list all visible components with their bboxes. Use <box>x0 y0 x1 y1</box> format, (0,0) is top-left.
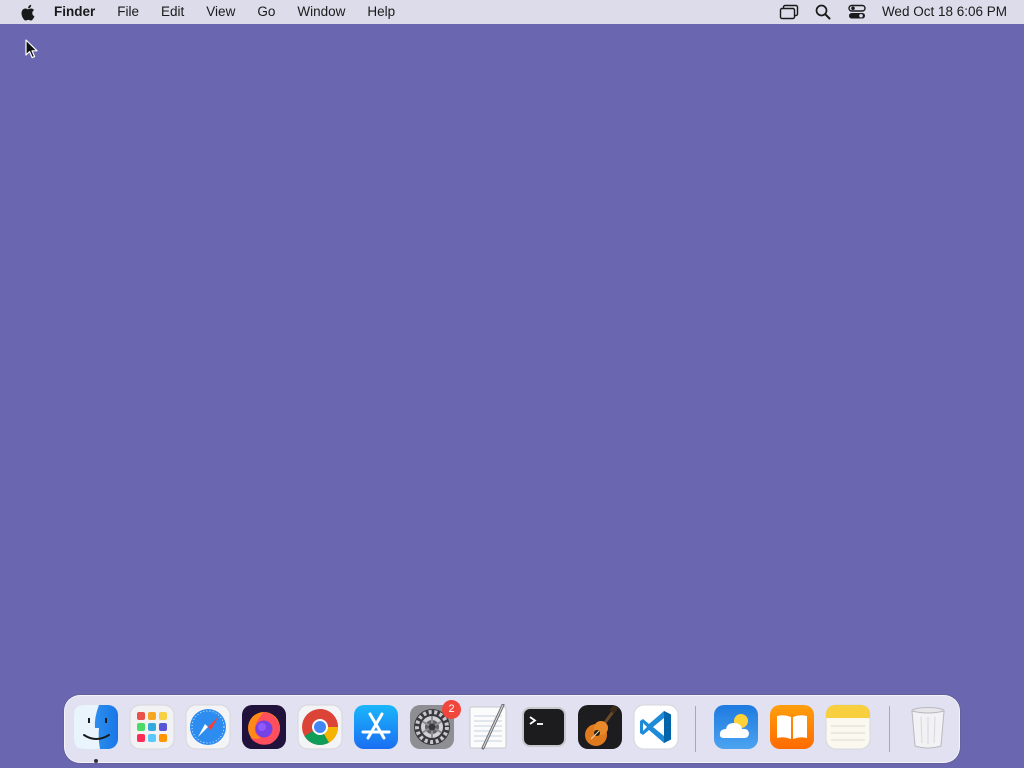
menu-bar-clock[interactable]: Wed Oct 18 6:06 PM <box>874 0 1024 24</box>
vscode-icon <box>633 704 679 750</box>
trash-icon <box>911 707 945 749</box>
dock-vscode[interactable] <box>633 704 679 750</box>
notification-badge: 2 <box>442 700 461 719</box>
garageband-icon <box>578 705 622 749</box>
control-center-icon[interactable] <box>847 2 867 22</box>
dock-textedit[interactable] <box>465 704 511 750</box>
app-store-icon <box>354 705 398 749</box>
menu-file[interactable]: File <box>106 0 150 24</box>
dock-system-settings[interactable]: 2 <box>409 700 461 750</box>
dock-launchpad[interactable] <box>129 704 175 750</box>
dock-garageband[interactable] <box>577 704 623 750</box>
textedit-icon <box>469 704 507 750</box>
dock-books[interactable] <box>769 704 815 750</box>
dock-separator <box>889 706 890 752</box>
chrome-icon <box>297 704 343 750</box>
notes-icon <box>825 704 871 750</box>
mouse-cursor-icon <box>25 39 39 59</box>
dock-app-store[interactable] <box>353 704 399 750</box>
weather-icon <box>714 705 758 749</box>
dock-finder[interactable] <box>73 704 119 763</box>
books-icon <box>770 705 814 749</box>
dock-firefox[interactable] <box>241 704 287 750</box>
dock-notes[interactable] <box>825 704 871 750</box>
firefox-icon <box>242 705 286 749</box>
running-indicator <box>94 759 98 763</box>
safari-icon <box>185 704 231 750</box>
menu-go[interactable]: Go <box>246 0 286 24</box>
menu-bar: Finder File Edit View Go Window Help Wed… <box>0 0 1024 24</box>
menu-view[interactable]: View <box>195 0 246 24</box>
dock: 2 <box>64 695 960 763</box>
screen-mirroring-icon[interactable] <box>779 2 799 22</box>
menu-edit[interactable]: Edit <box>150 0 195 24</box>
dock-weather[interactable] <box>713 704 759 750</box>
menu-app-finder[interactable]: Finder <box>48 0 106 24</box>
dock-separator <box>695 706 696 752</box>
spotlight-search-icon[interactable] <box>813 2 833 22</box>
dock-safari[interactable] <box>185 704 231 750</box>
dock-terminal[interactable] <box>521 704 567 750</box>
finder-icon <box>74 705 118 749</box>
launchpad-icon <box>129 704 175 750</box>
terminal-icon <box>522 707 566 747</box>
menu-window[interactable]: Window <box>286 0 356 24</box>
apple-menu-icon[interactable] <box>16 0 38 24</box>
menu-help[interactable]: Help <box>356 0 406 24</box>
dock-trash[interactable] <box>905 704 951 750</box>
dock-chrome[interactable] <box>297 704 343 750</box>
